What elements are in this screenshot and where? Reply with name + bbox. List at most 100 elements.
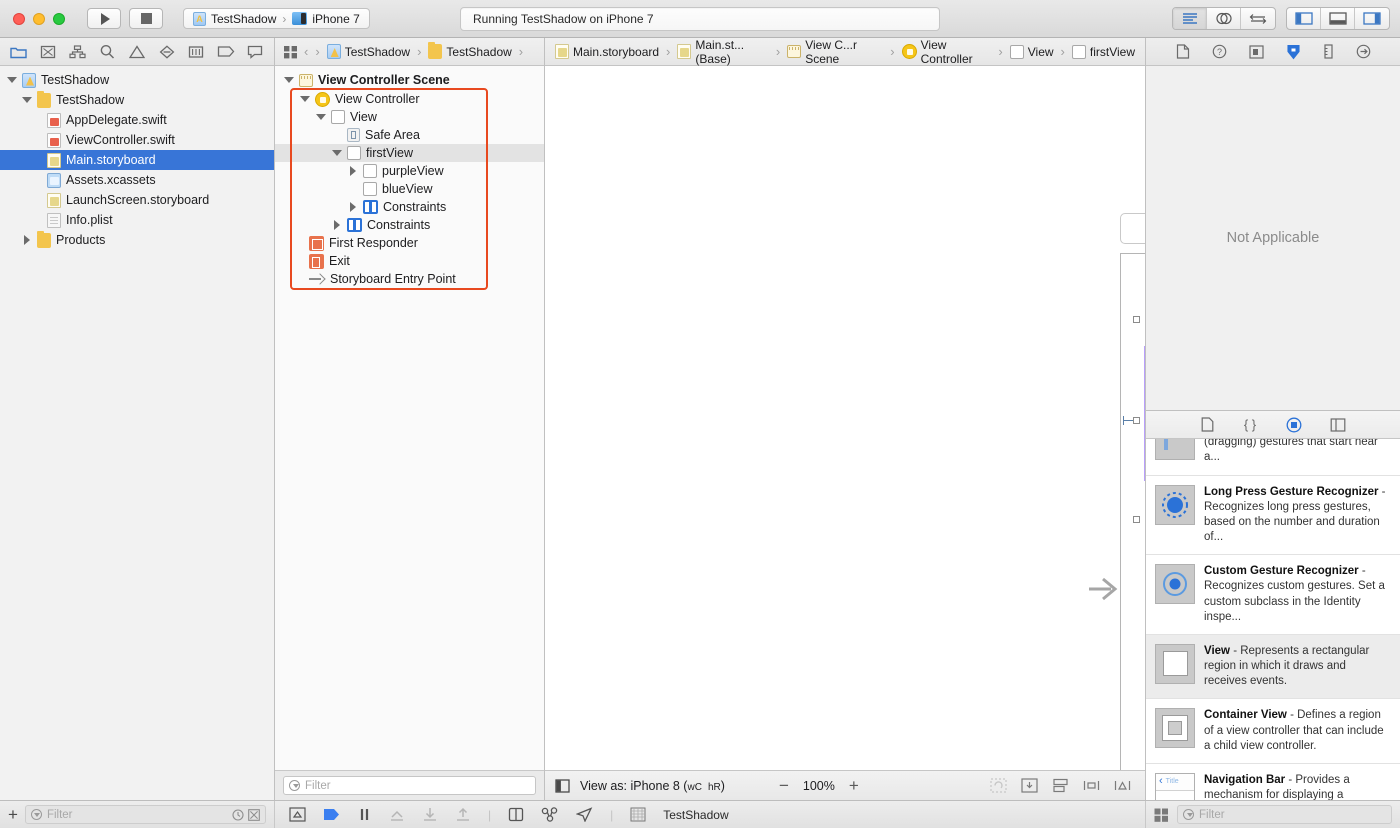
toggle-utilities-button[interactable] — [1355, 8, 1389, 29]
size-inspector-tab[interactable] — [1323, 44, 1334, 59]
editor-breadcrumb-bar[interactable]: Main.storyboard › Main.st...(Base) › Vie… — [545, 38, 1145, 66]
tree-row-project[interactable]: TestShadow — [0, 70, 274, 90]
outline-row-view[interactable]: View — [275, 108, 544, 126]
source-control-navigator-tab[interactable] — [37, 42, 59, 62]
library-item[interactable]: Custom Gesture Recognizer - Recognizes c… — [1146, 555, 1400, 635]
continue-icon[interactable] — [323, 807, 340, 822]
disclosure-triangle[interactable] — [331, 150, 342, 156]
view-toggle-segmented-control[interactable] — [1286, 7, 1390, 30]
breakpoint-scope-icon[interactable] — [289, 807, 306, 822]
assistant-editor-button[interactable] — [1207, 8, 1241, 29]
source-control-filter-icon[interactable] — [248, 808, 260, 821]
step-over-icon[interactable] — [389, 807, 405, 822]
breadcrumb-item-base[interactable]: Main.st...(Base) — [675, 38, 770, 66]
breadcrumb-item-firstview[interactable]: firstView — [1070, 44, 1137, 59]
toggle-debug-area-button[interactable] — [1321, 8, 1355, 29]
issue-navigator-tab[interactable] — [126, 42, 148, 62]
object-library-tab[interactable] — [1286, 417, 1302, 433]
object-library-list[interactable]: Recognizer - Recognizes pan (dragging) g… — [1146, 439, 1400, 800]
connections-inspector-tab[interactable] — [1356, 44, 1371, 59]
library-item[interactable]: ‹ Title Navigation Bar - Provides a mech… — [1146, 764, 1400, 800]
breadcrumb-item-storyboard[interactable]: Main.storyboard — [553, 44, 661, 59]
zoom-out-button[interactable]: − — [775, 776, 793, 796]
find-navigator-tab[interactable] — [96, 42, 118, 62]
scheme-selector[interactable]: TestShadow › iPhone 7 — [183, 8, 370, 29]
back-button[interactable]: ‹ — [302, 44, 310, 59]
outline-row-firstview[interactable]: firstView — [275, 144, 544, 162]
close-window-button[interactable] — [13, 12, 25, 25]
version-editor-button[interactable] — [1241, 8, 1275, 29]
outline-row-constraints-outer[interactable]: Constraints — [275, 216, 544, 234]
identity-inspector-tab[interactable] — [1248, 44, 1264, 59]
device-canvas-iphone[interactable]: 9:41 AM — [1120, 253, 1145, 770]
report-navigator-tab[interactable] — [244, 42, 266, 62]
library-item[interactable]: View - Represents a rectangular region i… — [1146, 634, 1400, 700]
editor-mode-segmented-control[interactable] — [1172, 7, 1276, 30]
attributes-inspector-tab[interactable] — [1286, 44, 1301, 60]
symbol-navigator-tab[interactable] — [67, 42, 89, 62]
breadcrumb-item-view[interactable]: View — [1008, 44, 1056, 59]
storyboard-canvas[interactable]: 1 9:41 AM — [545, 66, 1145, 770]
toggle-navigator-button[interactable] — [1287, 8, 1321, 29]
navigator-tab-bar[interactable] — [0, 38, 274, 66]
library-item[interactable]: Long Press Gesture Recognizer - Recogniz… — [1146, 476, 1400, 556]
disclosure-triangle[interactable] — [315, 114, 326, 120]
memory-graph-icon[interactable] — [541, 807, 559, 822]
breakpoint-navigator-tab[interactable] — [215, 42, 237, 62]
outline-row-blueview[interactable]: blueView — [275, 180, 544, 198]
zoom-window-button[interactable] — [53, 12, 65, 25]
test-navigator-tab[interactable] — [156, 42, 178, 62]
purple-view[interactable] — [1144, 346, 1145, 481]
disclosure-triangle[interactable] — [347, 166, 358, 176]
minimize-window-button[interactable] — [33, 12, 45, 25]
step-out-icon[interactable] — [455, 807, 471, 822]
outline-row-first-responder[interactable]: First Responder — [275, 234, 544, 252]
inspector-tab-bar[interactable]: ? — [1146, 38, 1400, 66]
tree-row-group-testshadow[interactable]: TestShadow — [0, 90, 274, 110]
standard-editor-button[interactable] — [1173, 8, 1207, 29]
library-layout-toggle-button[interactable] — [1154, 808, 1169, 822]
breadcrumb-item-group[interactable]: TestShadow — [426, 42, 513, 59]
project-navigator-tab[interactable] — [8, 42, 30, 62]
file-inspector-tab[interactable] — [1176, 44, 1190, 59]
resolve-issues-button[interactable] — [1114, 778, 1131, 793]
simulate-location-icon[interactable] — [576, 807, 593, 822]
breadcrumb-item-scene[interactable]: View C...r Scene — [785, 38, 885, 66]
tree-row-products[interactable]: Products — [0, 230, 274, 250]
tree-row-infoplist[interactable]: Info.plist — [0, 210, 274, 230]
outline-breadcrumb-header[interactable]: ‹ › TestShadow › TestShadow › — [275, 38, 544, 66]
selection-handle-mid-left[interactable] — [1133, 417, 1140, 424]
code-snippet-library-tab[interactable]: { } — [1242, 417, 1258, 432]
tree-row-viewcontroller[interactable]: ViewController.swift — [0, 130, 274, 150]
pin-button[interactable] — [1083, 778, 1100, 793]
pause-icon[interactable] — [357, 807, 372, 822]
embed-in-button[interactable] — [1021, 778, 1038, 793]
document-outline-tree[interactable]: View Controller Scene View Controller Vi… — [275, 66, 544, 770]
disclosure-triangle[interactable] — [6, 77, 17, 83]
breadcrumb-item-view-controller[interactable]: View Controller — [900, 38, 994, 66]
forward-button[interactable]: › — [313, 44, 321, 59]
grid-view-icon[interactable] — [283, 45, 299, 59]
tree-row-launchscreen[interactable]: LaunchScreen.storyboard — [0, 190, 274, 210]
outline-filter-input[interactable]: Filter — [283, 776, 536, 795]
library-filter-input[interactable]: Filter — [1177, 805, 1392, 824]
toggle-outline-button[interactable] — [555, 778, 570, 793]
media-library-tab[interactable] — [1330, 417, 1346, 432]
view-hierarchy-icon[interactable] — [508, 807, 524, 822]
outline-row-exit[interactable]: Exit — [275, 252, 544, 270]
run-button[interactable] — [87, 8, 121, 29]
file-template-library-tab[interactable] — [1201, 417, 1214, 432]
library-item[interactable]: Recognizer - Recognizes pan (dragging) g… — [1146, 439, 1400, 476]
outline-row-entry-point[interactable]: Storyboard Entry Point — [275, 270, 544, 288]
stop-button[interactable] — [129, 8, 163, 29]
navigator-filter-input[interactable]: Filter — [24, 805, 266, 824]
outline-row-constraints-inner[interactable]: Constraints — [275, 198, 544, 216]
disclosure-triangle[interactable] — [21, 97, 32, 103]
outline-row-purpleview[interactable]: purpleView — [275, 162, 544, 180]
disclosure-triangle[interactable] — [331, 220, 342, 230]
debug-navigator-tab[interactable] — [185, 42, 207, 62]
disclosure-triangle[interactable] — [21, 235, 32, 245]
zoom-in-button[interactable]: + — [845, 776, 863, 796]
quick-help-inspector-tab[interactable]: ? — [1212, 44, 1227, 59]
tree-row-appdelegate[interactable]: AppDelegate.swift — [0, 110, 274, 130]
